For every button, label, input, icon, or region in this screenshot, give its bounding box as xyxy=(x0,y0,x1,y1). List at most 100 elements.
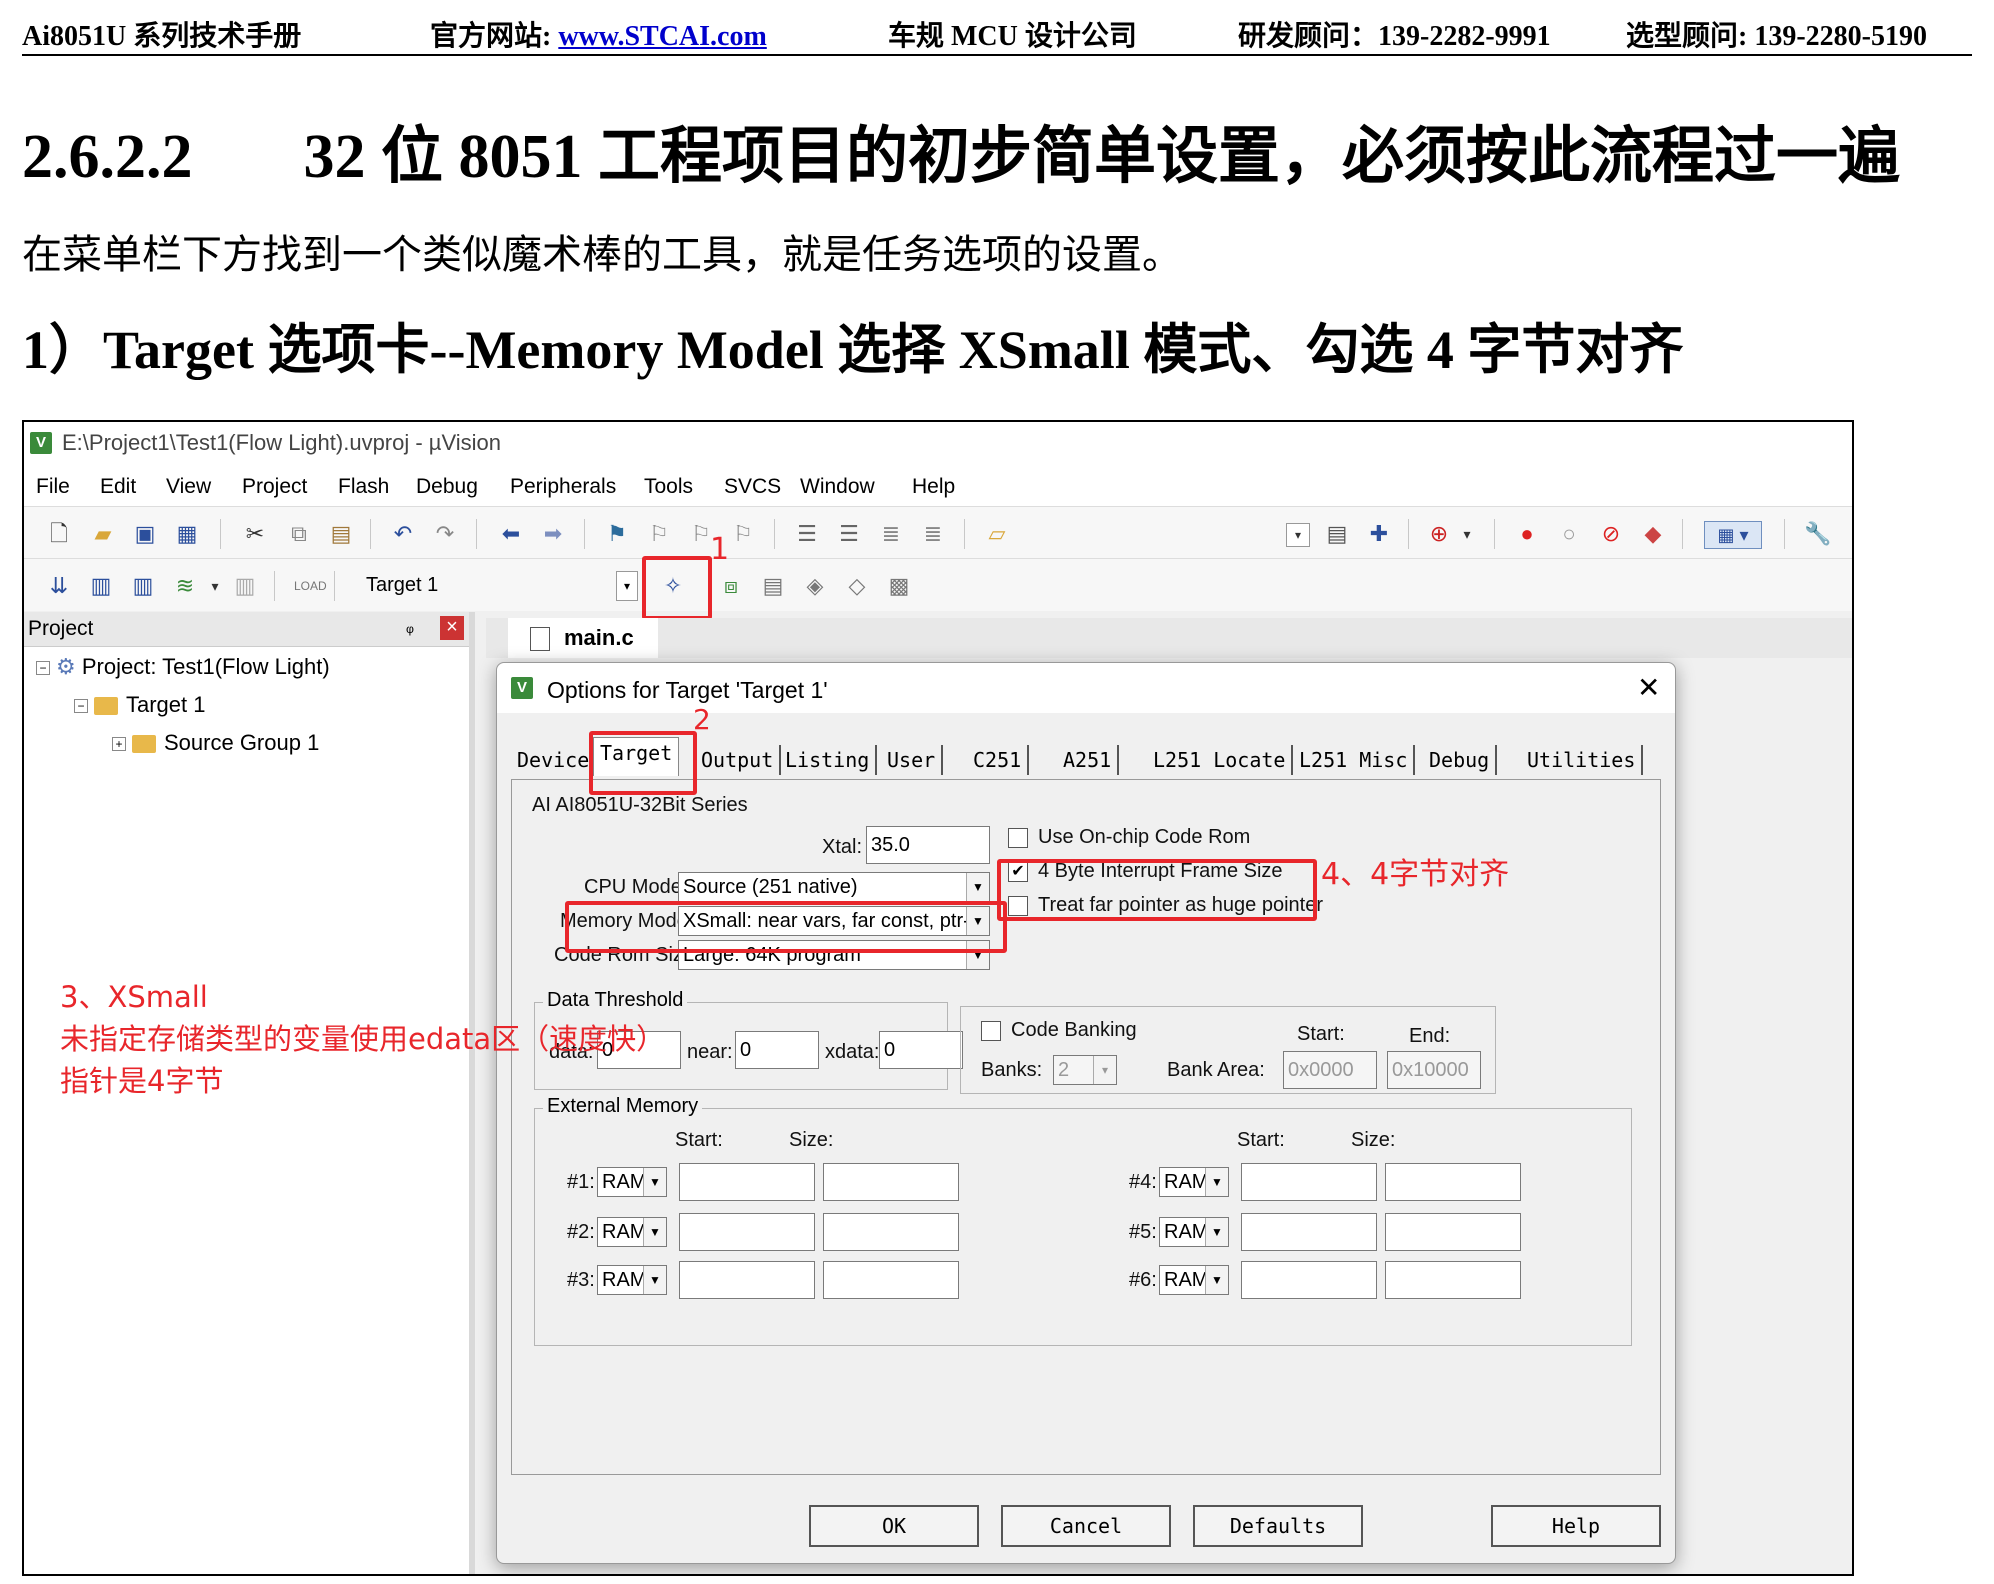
dialog-close-icon[interactable]: ✕ xyxy=(1637,671,1660,704)
xdata-input[interactable]: 0 xyxy=(879,1031,963,1069)
find-in-files-icon[interactable]: ▱ xyxy=(984,521,1010,547)
breakpoint-clear-icon[interactable]: ⊘ xyxy=(1598,521,1624,547)
menu-edit[interactable]: Edit xyxy=(100,475,136,499)
menu-view[interactable]: View xyxy=(166,475,211,499)
tab-a251[interactable]: A251 xyxy=(1057,745,1120,775)
ok-button[interactable]: OK xyxy=(809,1505,979,1547)
ext-size-input[interactable] xyxy=(1385,1261,1521,1299)
bank-start-input[interactable]: 0x0000 xyxy=(1283,1051,1377,1089)
ext-size-input[interactable] xyxy=(1385,1163,1521,1201)
ext-start-input[interactable] xyxy=(1241,1163,1377,1201)
save-all-icon[interactable]: ▦ xyxy=(174,521,200,547)
tab-user[interactable]: User xyxy=(881,745,944,775)
bookmark-icon[interactable]: ⚑ xyxy=(604,521,630,547)
bookmark-prev-icon[interactable]: ⚐ xyxy=(646,521,672,547)
tab-listing[interactable]: Listing xyxy=(779,745,878,775)
menu-help[interactable]: Help xyxy=(912,475,955,499)
translate-icon[interactable]: ⇊ xyxy=(46,573,72,599)
tree-item-source-group[interactable]: + Source Group 1 xyxy=(112,730,319,756)
file-extensions-icon[interactable]: ▤ xyxy=(760,573,786,599)
batch-build-icon[interactable]: ≋ xyxy=(172,573,198,599)
comment-icon[interactable]: ≣ xyxy=(878,521,904,547)
use-onchip-checkbox[interactable] xyxy=(1008,828,1028,848)
website-link[interactable]: www.STCAI.com xyxy=(558,21,766,52)
select-pack-icon[interactable]: ▩ xyxy=(886,573,912,599)
ext-type-select[interactable]: RAM ▼ xyxy=(597,1265,667,1295)
ext-type-select[interactable]: RAM ▼ xyxy=(597,1217,667,1247)
cut-icon[interactable]: ✂ xyxy=(242,521,268,547)
code-banking-checkbox[interactable] xyxy=(981,1021,1001,1041)
breakpoint-icon[interactable]: ● xyxy=(1514,521,1540,547)
ext-type-select[interactable]: RAM ▼ xyxy=(1159,1217,1229,1247)
ext-size-input[interactable] xyxy=(1385,1213,1521,1251)
cpu-mode-select[interactable]: Source (251 native) ▼ xyxy=(678,872,990,902)
undo-icon[interactable]: ↶ xyxy=(390,521,416,547)
tree-item-project[interactable]: − ⚙ Project: Test1(Flow Light) xyxy=(36,654,330,680)
breakpoint-disable-icon[interactable]: ○ xyxy=(1556,521,1582,547)
open-icon[interactable]: ▰ xyxy=(90,521,116,547)
tab-main-c[interactable]: main.c xyxy=(508,618,658,658)
save-icon[interactable]: ▣ xyxy=(132,521,158,547)
build-icon[interactable]: ▥ xyxy=(88,573,114,599)
pin-icon[interactable]: ᵩ xyxy=(406,616,414,637)
tab-utilities[interactable]: Utilities xyxy=(1521,745,1644,775)
xtal-input[interactable]: 35.0 xyxy=(866,826,990,864)
load-icon[interactable]: LOAD xyxy=(294,573,327,599)
tab-device[interactable]: Device xyxy=(511,745,598,775)
ext-size-input[interactable] xyxy=(823,1163,959,1201)
ext-type-select[interactable]: RAM ▼ xyxy=(1159,1167,1229,1197)
find-icon[interactable]: ▤ xyxy=(1324,521,1350,547)
tab-l251-misc[interactable]: L251 Misc xyxy=(1293,745,1416,775)
ext-start-input[interactable] xyxy=(679,1163,815,1201)
ext-type-select[interactable]: RAM ▼ xyxy=(1159,1265,1229,1295)
tab-c251[interactable]: C251 xyxy=(967,745,1030,775)
dropdown-arrow-icon[interactable]: ▾ xyxy=(1286,523,1310,547)
back-icon[interactable]: ⬅ xyxy=(498,521,524,547)
debug-session-icon[interactable]: ⊕ xyxy=(1426,521,1452,547)
menu-tools[interactable]: Tools xyxy=(644,475,693,499)
chevron-down-icon[interactable]: ▾ xyxy=(1454,521,1480,547)
ext-size-input[interactable] xyxy=(823,1261,959,1299)
tab-debug[interactable]: Debug xyxy=(1423,745,1498,775)
tab-output[interactable]: Output xyxy=(695,745,782,775)
bookmark-clear-icon[interactable]: ⚐ xyxy=(730,521,756,547)
defaults-button[interactable]: Defaults xyxy=(1193,1505,1363,1547)
config-wrench-icon[interactable]: 🔧 xyxy=(1804,521,1831,547)
rebuild-icon[interactable]: ▥ xyxy=(130,573,156,599)
manage-components-icon[interactable]: ⧈ xyxy=(718,573,744,599)
menu-flash[interactable]: Flash xyxy=(338,475,389,499)
menu-project[interactable]: Project xyxy=(242,475,307,499)
indent-icon[interactable]: ☰ xyxy=(794,521,820,547)
incremental-find-icon[interactable]: ✚ xyxy=(1366,521,1392,547)
stop-build-icon[interactable]: ▥ xyxy=(232,573,258,599)
window-layout-icon[interactable]: ▦ ▾ xyxy=(1704,521,1762,549)
menu-window[interactable]: Window xyxy=(800,475,875,499)
tree-item-target[interactable]: − Target 1 xyxy=(74,692,206,718)
cancel-button[interactable]: Cancel xyxy=(1001,1505,1171,1547)
bank-end-input[interactable]: 0x10000 xyxy=(1387,1051,1481,1089)
close-panel-icon[interactable]: × xyxy=(440,616,464,640)
chevron-down-icon[interactable]: ▾ xyxy=(202,573,228,599)
uncomment-icon[interactable]: ≣ xyxy=(920,521,946,547)
menu-debug[interactable]: Debug xyxy=(416,475,478,499)
paste-icon[interactable]: ▤ xyxy=(328,521,354,547)
unindent-icon[interactable]: ☰ xyxy=(836,521,862,547)
new-file-icon[interactable]: 🗋 xyxy=(46,521,72,547)
collapse-icon[interactable]: − xyxy=(36,661,50,676)
expand-icon[interactable]: + xyxy=(112,737,126,752)
ext-start-input[interactable] xyxy=(1241,1213,1377,1251)
help-button[interactable]: Help xyxy=(1491,1505,1661,1547)
forward-icon[interactable]: ➡ xyxy=(540,521,566,547)
menu-svcs[interactable]: SVCS xyxy=(724,475,781,499)
breakpoint-kill-icon[interactable]: ◆ xyxy=(1640,521,1666,547)
tab-l251-locate[interactable]: L251 Locate xyxy=(1147,745,1294,775)
target-select[interactable]: Target 1 ▾ xyxy=(362,571,638,603)
rte-icon[interactable]: ◇ xyxy=(844,573,870,599)
ext-start-input[interactable] xyxy=(679,1261,815,1299)
menu-peripherals[interactable]: Peripherals xyxy=(510,475,616,499)
near-input[interactable]: 0 xyxy=(735,1031,819,1069)
ext-start-input[interactable] xyxy=(679,1213,815,1251)
ext-size-input[interactable] xyxy=(823,1213,959,1251)
collapse-icon[interactable]: − xyxy=(74,699,88,714)
ext-start-input[interactable] xyxy=(1241,1261,1377,1299)
